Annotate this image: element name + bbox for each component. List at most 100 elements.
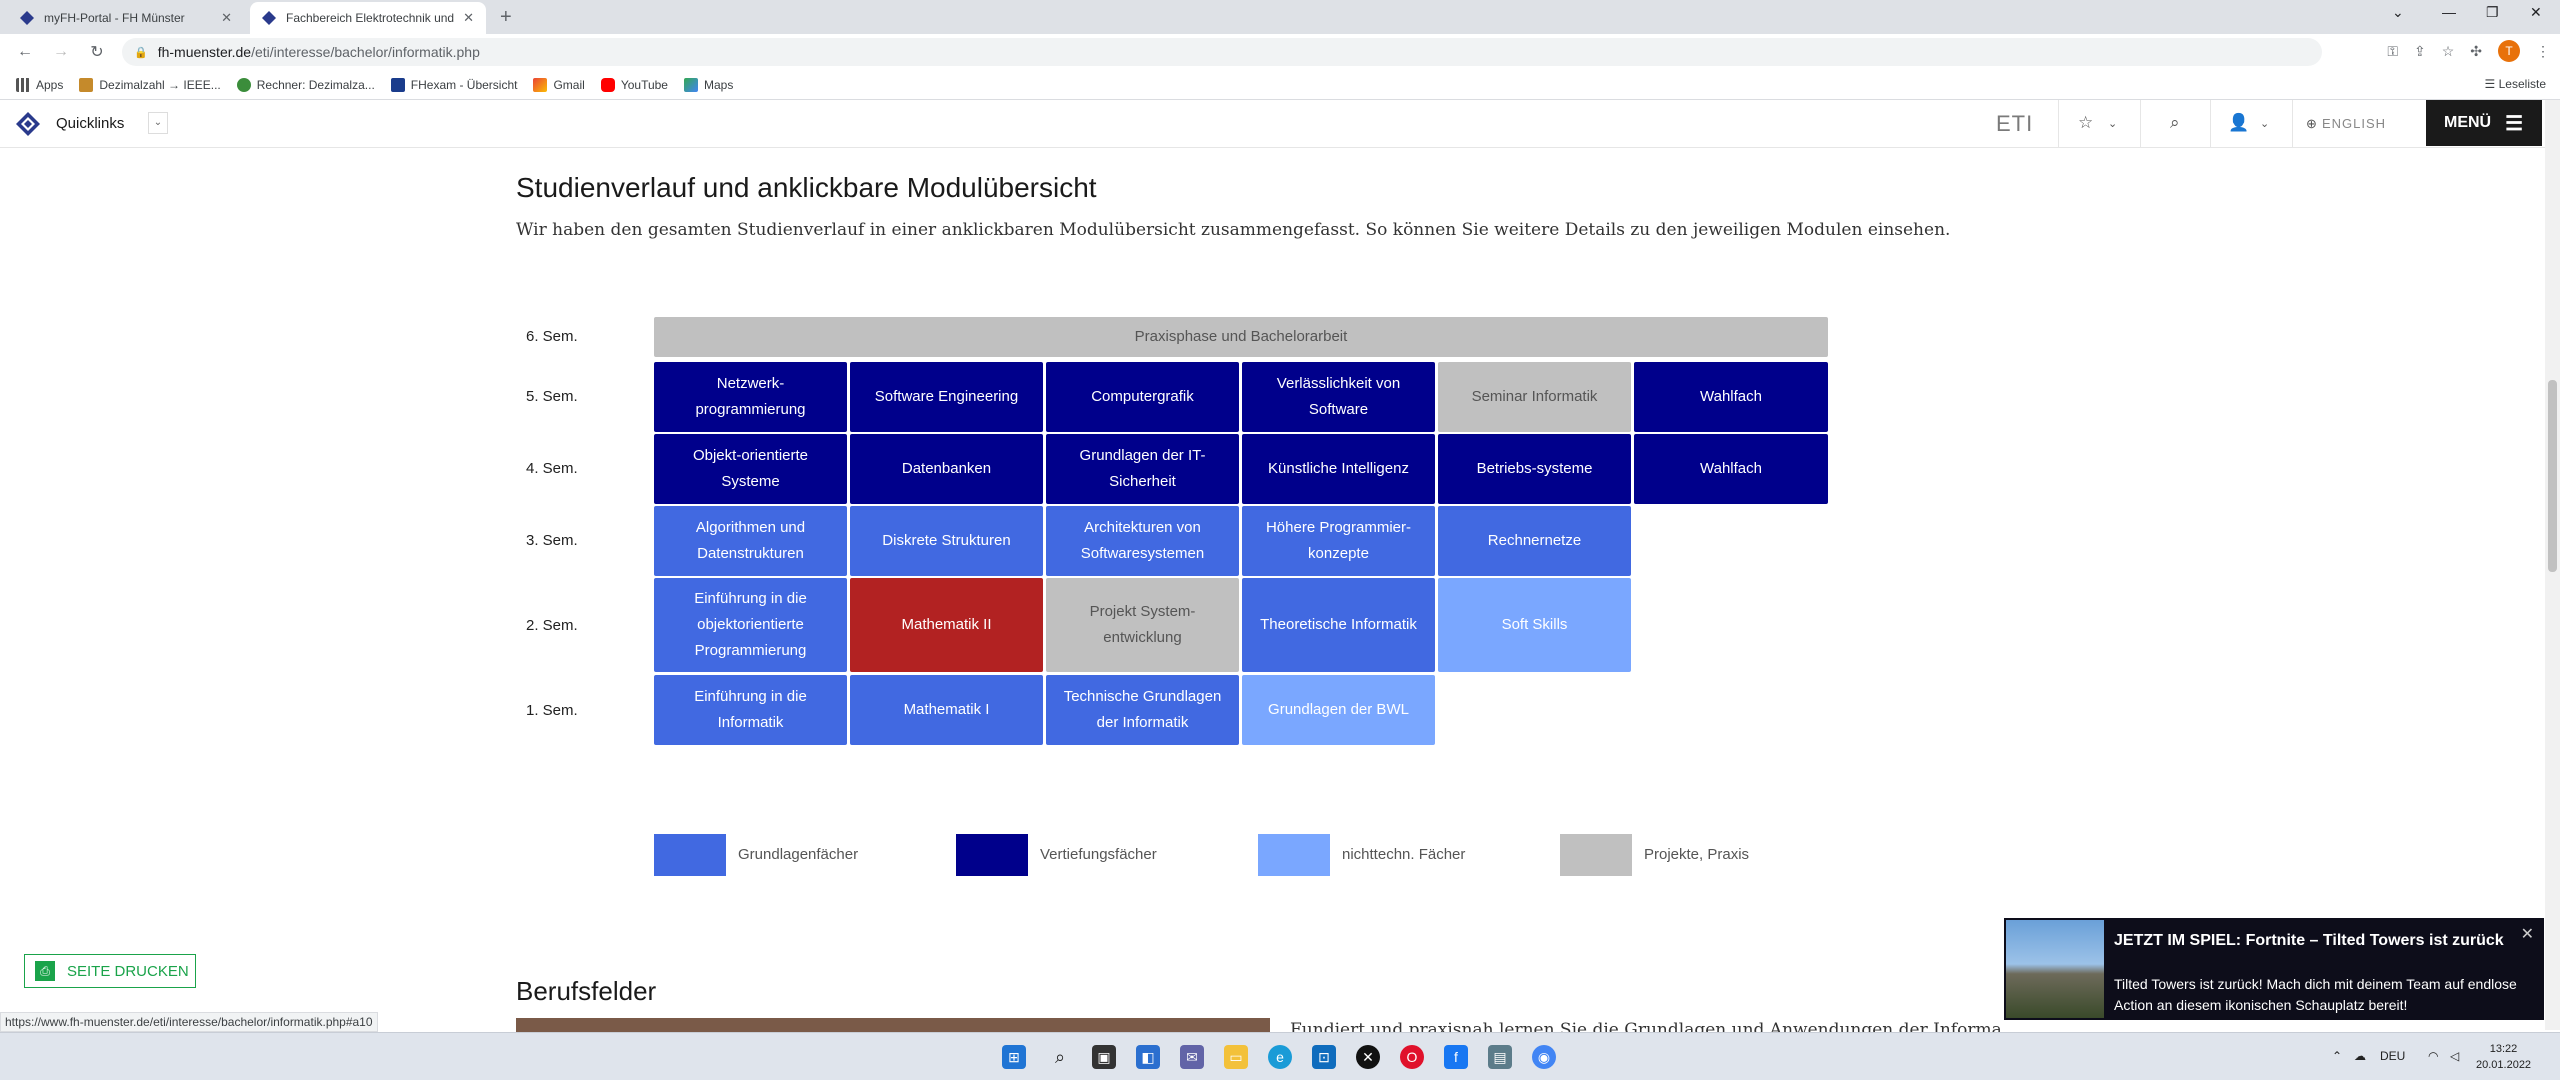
xbox-icon[interactable]: ✕ bbox=[1356, 1045, 1380, 1069]
module-datenbanken[interactable]: Datenbanken bbox=[850, 434, 1043, 504]
berufsfelder-title: Berufsfelder bbox=[516, 976, 657, 1006]
chevron-down-icon[interactable]: ⌄ bbox=[2260, 117, 2269, 130]
menu-button[interactable]: MENÜ ☰ bbox=[2426, 100, 2542, 146]
module-hoehere-programmierkonzepte[interactable]: Höhere Programmier-konzepte bbox=[1242, 506, 1435, 576]
share-icon[interactable]: ⇪ bbox=[2414, 43, 2426, 60]
edge-icon[interactable]: e bbox=[1268, 1045, 1292, 1069]
module-seminar-informatik[interactable]: Seminar Informatik bbox=[1438, 362, 1631, 432]
gmail-icon bbox=[533, 77, 548, 92]
teams-chat-icon[interactable]: ✉ bbox=[1180, 1045, 1204, 1069]
key-icon[interactable]: ⚿ bbox=[2387, 43, 2398, 60]
back-icon[interactable]: ← bbox=[14, 43, 36, 61]
module-verlaesslichkeit[interactable]: Verlässlichkeit von Software bbox=[1242, 362, 1435, 432]
chevron-down-icon[interactable]: ⌄ bbox=[148, 112, 168, 134]
game-notification[interactable]: JETZT IM SPIEL: Fortnite – Tilted Towers… bbox=[2004, 918, 2544, 1020]
scrollbar-thumb[interactable] bbox=[2548, 380, 2557, 572]
module-wahlfach-5[interactable]: Wahlfach bbox=[1634, 362, 1828, 432]
bookmark-star-icon[interactable]: ☆ bbox=[2442, 43, 2455, 60]
bookmark-label: Apps bbox=[36, 77, 64, 92]
module-it-sicherheit[interactable]: Grundlagen der IT-Sicherheit bbox=[1046, 434, 1239, 504]
app-icon[interactable]: ▤ bbox=[1488, 1045, 1512, 1069]
print-button[interactable]: ⎙ SEITE DRUCKEN bbox=[24, 954, 196, 988]
module-einfuehrung-oop[interactable]: Einführung in die objektorientierte Prog… bbox=[654, 578, 847, 672]
chrome-icon[interactable]: ◉ bbox=[1532, 1045, 1556, 1069]
close-tab-icon[interactable]: ✕ bbox=[463, 10, 474, 26]
more-menu-icon[interactable]: ⋮ bbox=[2536, 43, 2550, 60]
module-grundlagen-bwl[interactable]: Grundlagen der BWL bbox=[1242, 675, 1435, 745]
close-window-icon[interactable]: ✕ bbox=[2530, 4, 2542, 21]
facebook-icon[interactable]: f bbox=[1444, 1045, 1468, 1069]
extensions-icon[interactable]: ✣ bbox=[2470, 43, 2482, 60]
clock[interactable]: 13:22 20.01.2022 bbox=[2476, 1041, 2531, 1073]
bookmark-apps[interactable]: Apps bbox=[16, 77, 64, 92]
module-technische-grundlagen[interactable]: Technische Grundlagen der Informatik bbox=[1046, 675, 1239, 745]
module-theoretische-informatik[interactable]: Theoretische Informatik bbox=[1242, 578, 1435, 672]
opera-icon[interactable]: O bbox=[1400, 1045, 1424, 1069]
module-rechnernetze[interactable]: Rechnernetze bbox=[1438, 506, 1631, 576]
task-view-icon[interactable]: ▣ bbox=[1092, 1045, 1116, 1069]
user-icon[interactable]: 👤 bbox=[2228, 113, 2249, 133]
module-einfuehrung-informatik[interactable]: Einführung in die Informatik bbox=[654, 675, 847, 745]
tray-chevron-icon[interactable]: ⌃ bbox=[2332, 1049, 2342, 1063]
tab-myfh-portal[interactable]: myFH-Portal - FH Münster ✕ bbox=[8, 2, 244, 34]
bookmark-dezimalzahl[interactable]: Dezimalzahl → IEEE... bbox=[79, 77, 221, 92]
widgets-icon[interactable]: ◧ bbox=[1136, 1045, 1160, 1069]
bookmark-maps[interactable]: Maps bbox=[683, 77, 733, 92]
lock-icon[interactable]: 🔒 bbox=[134, 46, 148, 59]
reload-icon[interactable]: ↻ bbox=[86, 42, 108, 62]
header-divider bbox=[2210, 100, 2211, 148]
tab-fachbereich[interactable]: Fachbereich Elektrotechnik und In ✕ bbox=[250, 2, 486, 34]
volume-icon[interactable]: ◁ bbox=[2450, 1049, 2459, 1063]
module-computergrafik[interactable]: Computergrafik bbox=[1046, 362, 1239, 432]
onedrive-icon[interactable]: ☁ bbox=[2354, 1049, 2366, 1063]
module-praxisphase[interactable]: Praxisphase und Bachelorarbeit bbox=[654, 317, 1828, 357]
close-tab-icon[interactable]: ✕ bbox=[221, 10, 232, 26]
module-projekt-systementwicklung[interactable]: Projekt System-entwicklung bbox=[1046, 578, 1239, 672]
module-mathematik-2[interactable]: Mathematik II bbox=[850, 578, 1043, 672]
store-icon[interactable]: ⊡ bbox=[1312, 1045, 1336, 1069]
address-bar[interactable]: 🔒 fh-muenster.de /eti/interesse/bachelor… bbox=[122, 38, 2322, 66]
tab-search-icon[interactable]: ⌄ bbox=[2392, 4, 2404, 21]
minimize-icon[interactable]: — bbox=[2442, 4, 2456, 20]
module-netzwerkprogrammierung[interactable]: Netzwerk-programmierung bbox=[654, 362, 847, 432]
semester-label: 2. Sem. bbox=[526, 617, 578, 634]
file-explorer-icon[interactable]: ▭ bbox=[1224, 1045, 1248, 1069]
module-algorithmen[interactable]: Algorithmen und Datenstrukturen bbox=[654, 506, 847, 576]
bookmark-gmail[interactable]: Gmail bbox=[533, 77, 585, 92]
windows-start-icon[interactable]: ⊞ bbox=[1002, 1045, 1026, 1069]
module-software-engineering[interactable]: Software Engineering bbox=[850, 362, 1043, 432]
forward-icon[interactable]: → bbox=[50, 43, 72, 61]
profile-avatar[interactable]: T bbox=[2498, 40, 2520, 62]
module-diskrete-strukturen[interactable]: Diskrete Strukturen bbox=[850, 506, 1043, 576]
bookmark-youtube[interactable]: YouTube bbox=[600, 77, 668, 92]
search-icon[interactable]: ⌕ bbox=[2170, 113, 2180, 133]
menu-label: MENÜ bbox=[2444, 114, 2492, 131]
module-wahlfach-4[interactable]: Wahlfach bbox=[1634, 434, 1828, 504]
module-soft-skills[interactable]: Soft Skills bbox=[1438, 578, 1631, 672]
close-icon[interactable]: ✕ bbox=[2521, 924, 2534, 944]
module-objektorientierte-systeme[interactable]: Objekt-orientierte Systeme bbox=[654, 434, 847, 504]
wifi-icon[interactable]: ◠ bbox=[2428, 1049, 2438, 1063]
fh-logo-icon[interactable] bbox=[16, 112, 40, 136]
module-betriebssysteme[interactable]: Betriebs-systeme bbox=[1438, 434, 1631, 504]
bookmark-rechner[interactable]: Rechner: Dezimalza... bbox=[236, 77, 375, 92]
windows-taskbar: ⊞ ⌕ ▣ ◧ ✉ ▭ e ⊡ ✕ O f ▤ ◉ ⌃ ☁ DEU ◠ ◁ 13… bbox=[0, 1032, 2560, 1080]
restore-icon[interactable]: ❐ bbox=[2486, 4, 2499, 21]
globe-icon[interactable]: ⊕ bbox=[2306, 116, 2317, 132]
quicklinks-label[interactable]: Quicklinks bbox=[56, 115, 124, 132]
url-path: /eti/interesse/bachelor/informatik.php bbox=[251, 44, 480, 60]
module-mathematik-1[interactable]: Mathematik I bbox=[850, 675, 1043, 745]
bookmark-fhexam[interactable]: FHexam - Übersicht bbox=[390, 77, 517, 92]
reading-list[interactable]: ☰ Leseliste bbox=[2485, 77, 2546, 91]
dept-name[interactable]: ETI bbox=[1996, 111, 2033, 137]
reading-list-label: Leseliste bbox=[2498, 77, 2546, 91]
chevron-down-icon[interactable]: ⌄ bbox=[2108, 117, 2117, 130]
new-tab-icon[interactable]: + bbox=[500, 6, 512, 29]
language-indicator[interactable]: DEU bbox=[2380, 1049, 2405, 1063]
notification-image bbox=[2006, 920, 2104, 1018]
favorites-star-icon[interactable]: ☆ bbox=[2078, 113, 2093, 133]
module-kuenstliche-intelligenz[interactable]: Künstliche Intelligenz bbox=[1242, 434, 1435, 504]
search-icon[interactable]: ⌕ bbox=[1048, 1045, 1072, 1069]
language-switch[interactable]: ENGLISH bbox=[2322, 116, 2386, 131]
module-architekturen[interactable]: Architekturen von Softwaresystemen bbox=[1046, 506, 1239, 576]
